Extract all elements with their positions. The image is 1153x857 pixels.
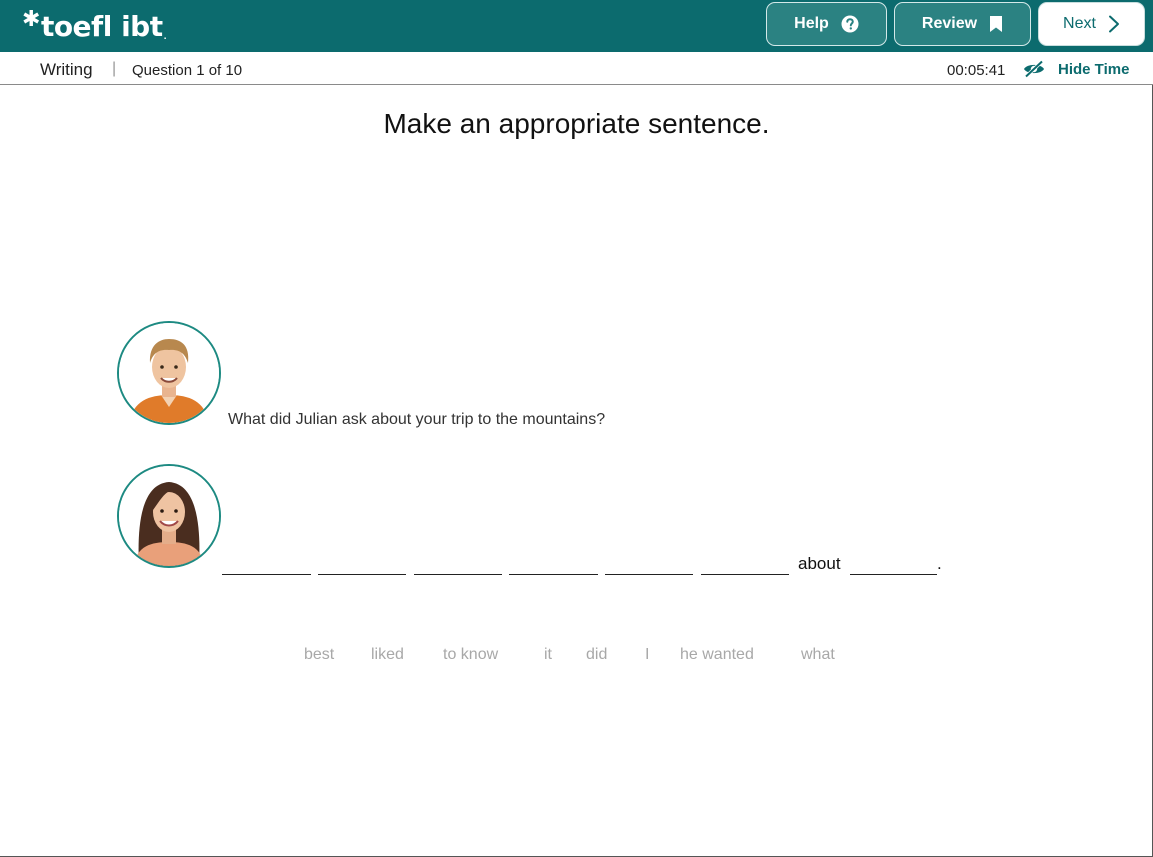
hide-time-label: Hide Time	[1058, 60, 1130, 78]
answer-blank-5[interactable]	[605, 574, 693, 575]
question-circle-icon	[841, 15, 859, 33]
speaker-question: What did Julian ask about your trip to t…	[228, 411, 606, 428]
answer-blank-3[interactable]	[414, 574, 502, 575]
timer: 00:05:41	[947, 62, 1006, 79]
next-button[interactable]: Next	[1038, 2, 1145, 46]
word-chip-it[interactable]: it	[544, 646, 552, 664]
word-chip-what[interactable]: what	[801, 646, 835, 664]
logo-star-icon: ✱	[22, 6, 40, 32]
speaker-avatar-man	[117, 321, 221, 425]
review-button-label: Review	[921, 15, 978, 32]
word-chip-did[interactable]: did	[586, 646, 607, 664]
top-bar: ✱ toefl ibt . Help Review Next	[0, 0, 1153, 52]
answer-end-punctuation: .	[937, 554, 942, 573]
word-chip-to-know[interactable]: to know	[443, 646, 498, 664]
bookmark-icon	[989, 15, 1003, 33]
section-name: Writing	[40, 60, 93, 79]
toefl-logo: ✱ toefl ibt .	[22, 6, 167, 46]
answer-blank-7[interactable]	[850, 574, 937, 575]
answer-blank-4[interactable]	[509, 574, 598, 575]
page-title: Make an appropriate sentence.	[383, 108, 770, 139]
separator: |	[112, 60, 117, 77]
review-button[interactable]: Review	[894, 2, 1031, 46]
logo-trademark: .	[163, 31, 167, 41]
help-button-label: Help	[794, 15, 829, 32]
answer-blank-1[interactable]	[222, 574, 311, 575]
question-progress: Question 1 of 10	[132, 62, 243, 79]
logo-text: toefl ibt	[40, 9, 163, 43]
help-button[interactable]: Help	[766, 2, 887, 46]
word-chip-best[interactable]: best	[304, 646, 334, 664]
speaker-avatar-woman	[117, 464, 221, 568]
eye-slash-icon	[1022, 60, 1046, 78]
word-chip-liked[interactable]: liked	[371, 646, 404, 664]
answer-blank-6[interactable]	[701, 574, 789, 575]
chevron-right-icon	[1108, 15, 1120, 33]
word-chip-i[interactable]: I	[645, 646, 649, 664]
answer-blank-2[interactable]	[318, 574, 406, 575]
next-button-label: Next	[1063, 15, 1096, 32]
status-bar: Writing | Question 1 of 10 00:05:41 Hide…	[0, 52, 1153, 85]
word-chip-he-wanted[interactable]: he wanted	[680, 646, 754, 664]
answer-fixed-word: about	[798, 554, 841, 573]
hide-time-button[interactable]: Hide Time	[1022, 57, 1129, 81]
